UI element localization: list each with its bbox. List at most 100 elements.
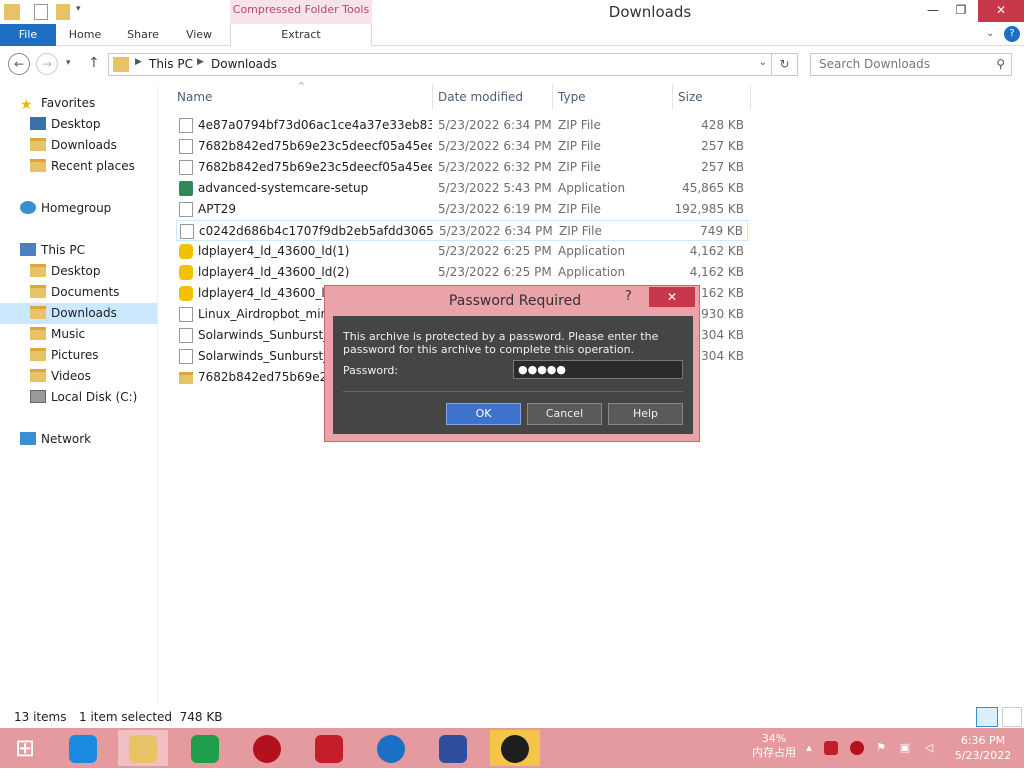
nav-fav-downloads[interactable]: Downloads <box>30 135 117 156</box>
folder-icon <box>113 57 129 72</box>
help-icon[interactable]: ? <box>1004 26 1020 42</box>
close-button[interactable]: ✕ <box>978 0 1024 22</box>
taskbar-app-network[interactable] <box>428 730 478 766</box>
show-hidden-icons[interactable]: ▴ <box>802 741 816 755</box>
nav-thispc[interactable]: This PC <box>20 240 85 261</box>
column-divider[interactable] <box>672 84 673 110</box>
tab-view[interactable]: View <box>176 24 222 46</box>
up-arrow-icon[interactable]: ↑ <box>88 55 100 71</box>
dialog-help-icon[interactable]: ? <box>625 289 645 304</box>
tab-extract[interactable]: Extract <box>230 24 372 46</box>
file-name: 4e87a0794bf73d06ac1ce4a37e33eb832ff4... <box>198 118 432 132</box>
recorder-tray-icon[interactable] <box>824 741 838 755</box>
search-icon: ⚲ <box>996 57 1005 71</box>
new-folder-icon[interactable] <box>56 4 70 20</box>
large-icons-view-button[interactable] <box>1002 707 1022 727</box>
taskbar-app-wps[interactable] <box>58 730 108 766</box>
ribbon-expand-icon[interactable]: ⌄ <box>986 28 994 39</box>
maximize-button[interactable]: ❐ <box>946 0 976 22</box>
cancel-button[interactable]: Cancel <box>527 403 602 425</box>
file-row[interactable]: advanced-systemcare-setup 5/23/2022 5:43 … <box>176 178 748 199</box>
address-bar[interactable]: ▶ This PC ▶ Downloads ⌄ <box>108 53 772 76</box>
file-row[interactable]: 7682b842ed75b69e23c5deecf05a45ee79c... 5/… <box>176 157 748 178</box>
file-row[interactable]: APT29 5/23/2022 6:19 PM ZIP File 192,985 KB <box>176 199 748 220</box>
back-button[interactable]: ← <box>8 53 30 75</box>
nav-fav-desktop[interactable]: Desktop <box>30 114 101 135</box>
search-input[interactable]: Search Downloads ⚲ <box>810 53 1012 76</box>
nav-fav-recent[interactable]: Recent places <box>30 156 135 177</box>
qat-dropdown-icon[interactable]: ▾ <box>76 4 86 20</box>
column-divider[interactable] <box>432 84 433 110</box>
taskbar: ⊞ 34% 内存占用 ▴ ⚑ ▣ ◁ 6:36 PM 5/23/2022 <box>0 728 1024 768</box>
address-dropdown-icon[interactable]: ⌄ <box>759 57 767 68</box>
taskbar-app-iobit[interactable] <box>242 730 292 766</box>
ok-button[interactable]: OK <box>446 403 521 425</box>
network-tray-icon[interactable]: ▣ <box>898 741 912 755</box>
nav-pc-downloads[interactable]: Downloads <box>0 303 157 324</box>
column-header-date[interactable]: Date modified <box>438 90 523 110</box>
dialog-close-button[interactable]: ✕ <box>649 287 695 307</box>
password-label: Password: <box>343 364 399 377</box>
nav-network[interactable]: Network <box>20 429 91 450</box>
start-button[interactable]: ⊞ <box>0 730 50 766</box>
properties-icon[interactable] <box>34 4 48 20</box>
nav-homegroup[interactable]: Homegroup <box>20 198 111 219</box>
file-row[interactable]: ldplayer4_ld_43600_ld(2) 5/23/2022 6:25 P… <box>176 262 748 283</box>
password-input[interactable]: ●●●●● <box>513 360 683 379</box>
tab-share[interactable]: Share <box>120 24 166 46</box>
ldplayer-icon <box>179 286 193 301</box>
iobit-tray-icon[interactable] <box>850 741 864 755</box>
file-row[interactable]: 4e87a0794bf73d06ac1ce4a37e33eb832ff4... 5… <box>176 115 748 136</box>
file-size: 749 KB <box>700 224 743 238</box>
column-header-name[interactable]: Name <box>177 90 212 110</box>
tab-file[interactable]: File <box>0 24 56 46</box>
file-explorer-icon <box>129 734 157 763</box>
column-divider[interactable] <box>750 84 751 110</box>
column-divider[interactable] <box>552 84 553 110</box>
nav-pc-music[interactable]: Music <box>30 324 85 345</box>
nav-pc-pictures[interactable]: Pictures <box>30 345 99 366</box>
network-icon <box>20 432 36 445</box>
file-type: ZIP File <box>558 139 601 153</box>
file-type: Application <box>558 244 626 258</box>
file-type: ZIP File <box>559 224 602 238</box>
breadcrumb-thispc[interactable]: This PC <box>149 57 193 71</box>
details-view-button[interactable] <box>976 707 998 727</box>
title-bar: ▾ Compressed Folder Tools Downloads — ❐ … <box>0 0 1024 24</box>
file-name: Solarwinds_Sunburst_Tr <box>198 328 324 342</box>
nav-favorites[interactable]: ★ Favorites <box>20 93 95 114</box>
file-row[interactable]: 7682b842ed75b69e23c5deecf05a45ee79c... 5/… <box>176 136 748 157</box>
file-name: 7682b842ed75b69e23c5deecf05a45ee79c... <box>198 139 432 153</box>
folder-icon <box>179 372 193 384</box>
nav-pc-localdisk[interactable]: Local Disk (C:) <box>30 387 137 408</box>
flag-icon[interactable]: ⚑ <box>874 741 888 755</box>
drive-icon <box>30 390 46 403</box>
zip-file-icon <box>179 118 193 133</box>
nav-label: Downloads <box>51 138 117 152</box>
sort-ascending-icon: ^ <box>298 81 305 90</box>
file-row-selected[interactable]: c0242d686b4c1707f9db2eb5afdd306507c... 5/… <box>176 220 748 241</box>
recent-locations-icon[interactable]: ▾ <box>66 58 71 68</box>
clock[interactable]: 6:36 PM 5/23/2022 <box>950 733 1016 763</box>
help-button[interactable]: Help <box>608 403 683 425</box>
taskbar-app-store[interactable] <box>180 730 230 766</box>
taskbar-app-recorder[interactable] <box>304 730 354 766</box>
volume-muted-icon[interactable]: ◁ <box>922 741 936 755</box>
file-row[interactable]: ldplayer4_ld_43600_ld(1) 5/23/2022 6:25 P… <box>176 241 748 262</box>
minimize-button[interactable]: — <box>918 0 948 22</box>
taskbar-app-ccleaner[interactable] <box>366 730 416 766</box>
nav-pc-videos[interactable]: Videos <box>30 366 91 387</box>
taskbar-app-explorer[interactable] <box>118 730 168 766</box>
network-app-icon <box>439 734 467 763</box>
memory-usage[interactable]: 34% 内存占用 <box>752 732 796 760</box>
breadcrumb-downloads[interactable]: Downloads <box>211 57 277 71</box>
refresh-button[interactable]: ↻ <box>772 53 798 76</box>
file-size: 428 KB <box>701 118 744 132</box>
column-header-type[interactable]: Type <box>558 90 586 110</box>
forward-button[interactable]: → <box>36 53 58 75</box>
column-header-size[interactable]: Size <box>678 90 703 110</box>
nav-pc-desktop[interactable]: Desktop <box>30 261 101 282</box>
tab-home[interactable]: Home <box>62 24 108 46</box>
nav-pc-documents[interactable]: Documents <box>30 282 119 303</box>
taskbar-app-ldplayer[interactable] <box>490 730 540 766</box>
